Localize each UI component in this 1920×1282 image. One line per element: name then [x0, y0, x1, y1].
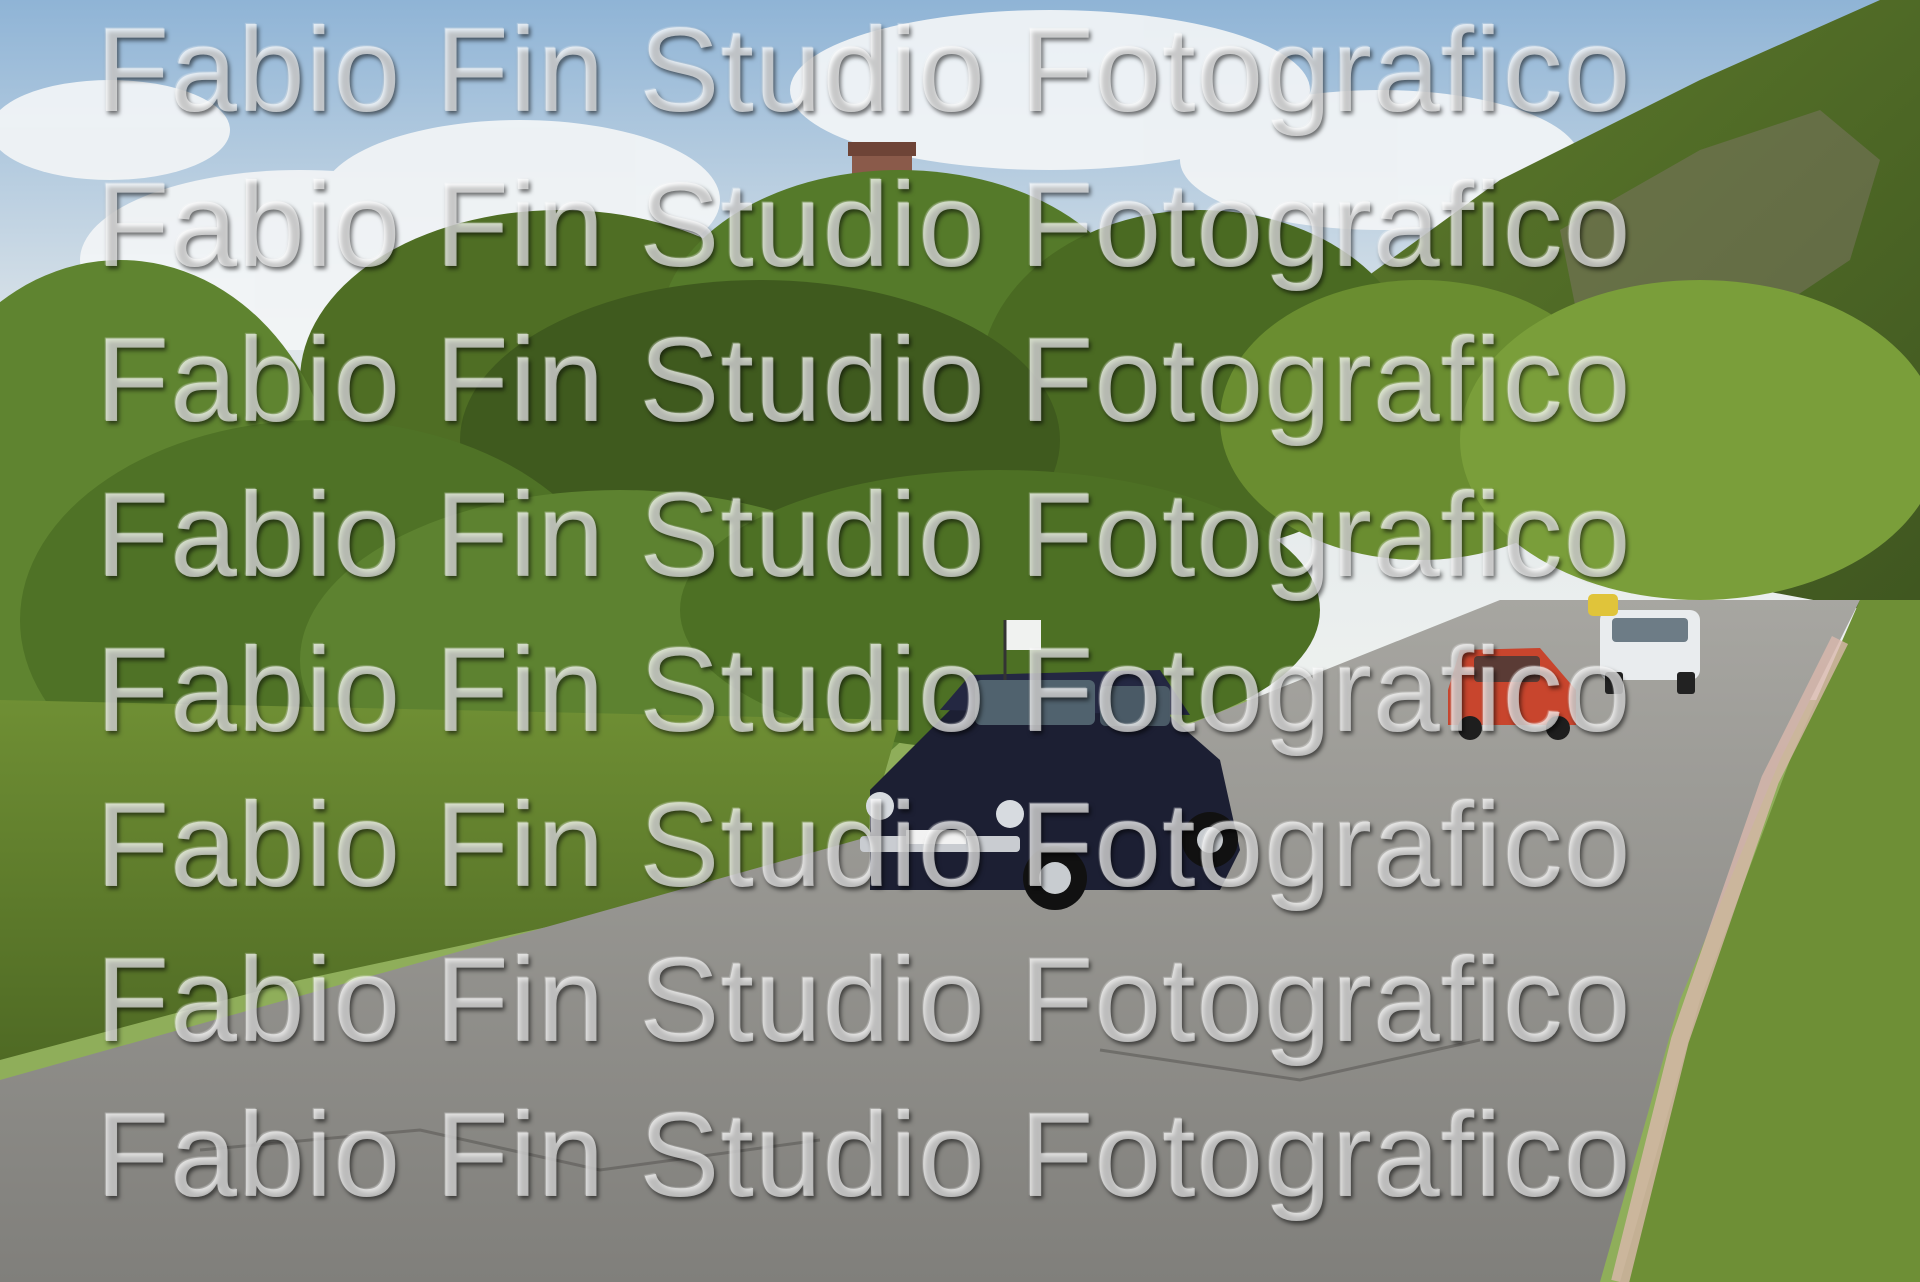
yellow-car	[1588, 594, 1618, 616]
photo-scene	[0, 0, 1920, 1282]
